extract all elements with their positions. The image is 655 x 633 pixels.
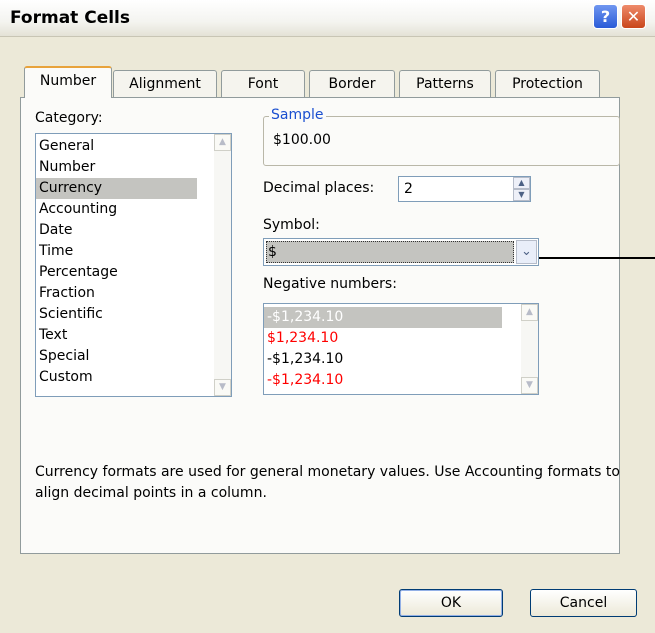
tab-alignment[interactable]: Alignment — [113, 70, 217, 97]
window-title: Format Cells — [10, 8, 130, 28]
category-scrollbar[interactable]: ▲ ▼ — [214, 134, 231, 396]
category-item-fraction[interactable]: Fraction — [36, 283, 214, 304]
category-item-accounting[interactable]: Accounting — [36, 199, 214, 220]
sample-label: Sample — [269, 107, 326, 123]
tab-patterns[interactable]: Patterns — [399, 70, 491, 97]
negative-numbers-label: Negative numbers: — [263, 276, 397, 292]
decimal-places-label: Decimal places: — [263, 180, 375, 196]
negative-format-item[interactable]: $1,234.10 — [264, 328, 502, 349]
scroll-down-icon[interactable]: ▼ — [521, 377, 538, 394]
ok-button[interactable]: OK — [399, 589, 503, 617]
tab-label: Font — [247, 76, 279, 92]
tab-label: Border — [328, 76, 376, 92]
cancel-button[interactable]: Cancel — [530, 589, 637, 617]
title-bar: Format Cells ? ✕ — [0, 0, 655, 37]
decimal-places-stepper[interactable]: 2 ▲ ▼ — [398, 176, 531, 202]
spin-up-icon[interactable]: ▲ — [513, 177, 530, 189]
decimal-places-spin: ▲ ▼ — [513, 177, 530, 201]
spin-down-icon[interactable]: ▼ — [513, 189, 530, 201]
negative-format-item[interactable]: -$1,234.10 — [264, 370, 502, 391]
category-item-custom[interactable]: Custom — [36, 367, 214, 388]
category-item-number[interactable]: Number — [36, 157, 214, 178]
category-item-general[interactable]: General — [36, 136, 214, 157]
category-listbox[interactable]: General Number Currency Accounting Date … — [35, 133, 232, 397]
category-item-percentage[interactable]: Percentage — [36, 262, 214, 283]
category-item-currency[interactable]: Currency — [36, 178, 197, 199]
decimal-places-value: 2 — [404, 181, 413, 197]
close-icon: ✕ — [626, 7, 641, 26]
category-item-text[interactable]: Text — [36, 325, 214, 346]
scroll-up-icon[interactable]: ▲ — [521, 304, 538, 321]
category-item-scientific[interactable]: Scientific — [36, 304, 214, 325]
close-button[interactable]: ✕ — [621, 4, 646, 29]
tab-border[interactable]: Border — [309, 70, 395, 97]
tab-number[interactable]: Number — [24, 66, 112, 98]
sample-group: Sample $100.00 — [263, 107, 620, 166]
sample-value: $100.00 — [273, 132, 331, 148]
callout-line — [539, 257, 655, 259]
symbol-dropdown[interactable]: $ ⌄ — [263, 238, 539, 266]
symbol-label: Symbol: — [263, 217, 320, 233]
help-icon: ? — [600, 7, 611, 26]
chevron-down-icon[interactable]: ⌄ — [516, 240, 537, 264]
tab-label: Alignment — [129, 76, 201, 92]
help-button[interactable]: ? — [593, 4, 618, 29]
category-item-date[interactable]: Date — [36, 220, 214, 241]
format-description: Currency formats are used for general mo… — [35, 464, 620, 501]
symbol-selected-value: $ — [266, 241, 514, 263]
scroll-up-icon[interactable]: ▲ — [214, 134, 231, 151]
category-item-special[interactable]: Special — [36, 346, 214, 367]
scroll-down-icon[interactable]: ▼ — [214, 379, 231, 396]
format-cells-dialog: Format Cells ? ✕ Number Alignment Font B… — [0, 0, 655, 633]
tab-label: Patterns — [416, 76, 474, 92]
negative-numbers-listbox[interactable]: -$1,234.10 $1,234.10 -$1,234.10 -$1,234.… — [263, 303, 539, 395]
category-label: Category: — [35, 110, 103, 126]
negative-format-item[interactable]: -$1,234.10 — [264, 349, 502, 370]
negative-format-item[interactable]: -$1,234.10 — [264, 307, 502, 328]
tab-font[interactable]: Font — [221, 70, 305, 97]
tab-label: Protection — [512, 76, 583, 92]
tab-label: Number — [39, 73, 97, 89]
category-item-time[interactable]: Time — [36, 241, 214, 262]
negative-numbers-scrollbar[interactable]: ▲ ▼ — [521, 304, 538, 394]
tab-protection[interactable]: Protection — [495, 70, 600, 97]
